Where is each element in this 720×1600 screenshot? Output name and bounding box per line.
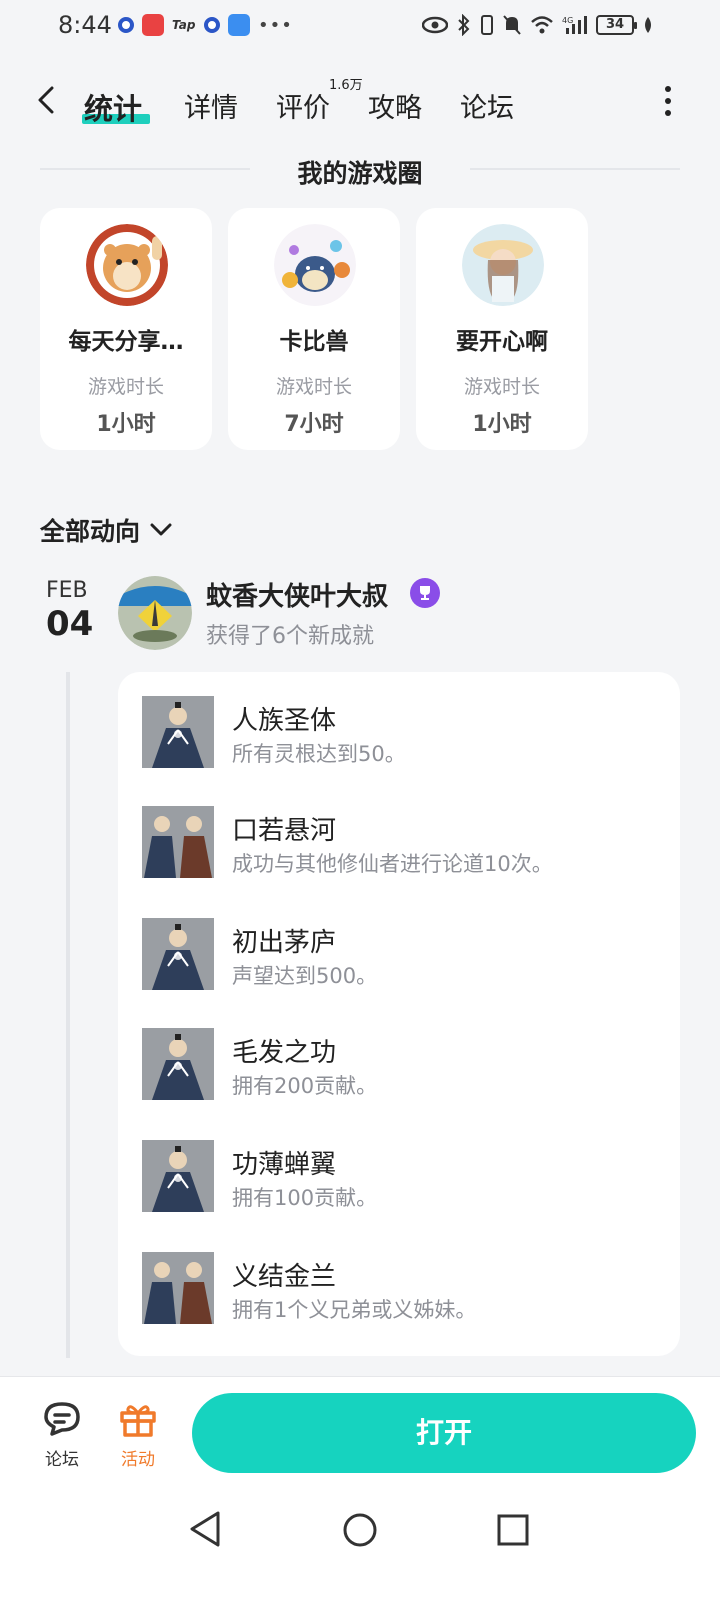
post-month: FEB (46, 578, 88, 603)
nav-recents-icon[interactable] (496, 1513, 530, 1547)
back-arrow-icon[interactable] (36, 86, 56, 114)
achievement-desc: 所有灵根达到50。 (232, 742, 406, 766)
friend-card[interactable]: 卡比兽 游戏时长 7小时 (228, 208, 400, 450)
forum-button[interactable]: 论坛 (32, 1401, 92, 1470)
activity-button[interactable]: 活动 (108, 1401, 168, 1470)
friend-name: 卡比兽 (279, 329, 349, 355)
avatar (462, 224, 544, 306)
forum-label: 论坛 (45, 1450, 79, 1470)
achievement-title: 功薄蝉翼 (232, 1150, 337, 1180)
weather-app-icon (228, 14, 250, 36)
post-summary: 获得了6个新成就 (206, 624, 374, 649)
achievement-thumbnail (142, 918, 214, 990)
battery-indicator: 34 (596, 15, 637, 35)
tab-guides[interactable]: 攻略 (368, 86, 422, 125)
tab-reviews[interactable]: 评价 (276, 86, 330, 125)
tab-details[interactable]: 详情 (184, 86, 238, 125)
achievement-thumbnail (142, 1140, 214, 1212)
achievement-thumbnail (142, 696, 214, 768)
achievement-item[interactable]: 义结金兰 拥有1个义兄弟或义姊妹。 (142, 1252, 662, 1326)
forum-chat-icon (44, 1402, 80, 1436)
trophy-badge-icon (410, 578, 440, 608)
leaf-icon (645, 17, 651, 33)
playtime-label: 游戏时长 (87, 376, 164, 398)
wifi-icon (531, 16, 553, 34)
friend-card[interactable]: 要开心啊 游戏时长 1小时 (416, 208, 588, 450)
playtime-label: 游戏时长 (275, 376, 352, 398)
eye-icon (422, 16, 448, 34)
chevron-down-icon (150, 523, 172, 536)
system-icons: 4G 34 (422, 14, 654, 36)
achievement-item[interactable]: 毛发之功 拥有200贡献。 (142, 1028, 662, 1102)
friend-name: 每天分享… (68, 329, 184, 355)
achievement-title: 初出茅庐 (232, 928, 337, 958)
tab-stats[interactable]: 统计 (84, 86, 142, 128)
bluetooth-icon (458, 14, 470, 36)
game-circle-list: 每天分享… 游戏时长 1小时 卡比兽 游戏时长 7小时 要开心啊 游戏时长 1小… (40, 208, 588, 450)
achievement-title: 毛发之功 (232, 1038, 337, 1068)
divider (470, 168, 680, 170)
achievement-item[interactable]: 人族圣体 所有灵根达到50。 (142, 696, 662, 770)
nav-home-icon[interactable] (342, 1512, 378, 1548)
activity-label: 活动 (121, 1450, 155, 1470)
achievement-thumbnail (142, 806, 214, 878)
activity-filter-dropdown[interactable]: 全部动向 (40, 512, 172, 548)
post-day: 04 (46, 604, 94, 644)
friend-name: 要开心啊 (456, 329, 548, 355)
vibrate-icon (481, 15, 493, 35)
more-notifications-icon: ••• (258, 14, 293, 36)
playtime-value: 1小时 (96, 412, 156, 437)
playtime-value: 7小时 (284, 412, 344, 437)
reviews-count-badge: 1.6万 (329, 78, 363, 93)
top-nav: 统计 详情 评价 1.6万 攻略 论坛 (0, 70, 720, 134)
notification-icons: Tap ••• (118, 14, 293, 36)
friend-card[interactable]: 每天分享… 游戏时长 1小时 (40, 208, 212, 450)
filter-label: 全部动向 (40, 517, 141, 546)
tap-app-icon: Tap (172, 18, 196, 32)
achievement-title: 义结金兰 (232, 1262, 337, 1292)
status-time: 8:44 (58, 11, 112, 39)
achievement-title: 口若悬河 (232, 816, 337, 846)
poster-avatar[interactable] (118, 576, 192, 650)
svg-text:4G: 4G (562, 16, 573, 25)
achievement-thumbnail (142, 1028, 214, 1100)
playtime-label: 游戏时长 (463, 376, 540, 398)
mute-bell-icon (503, 15, 521, 35)
bottom-action-bar: 论坛 活动 打开 (0, 1376, 720, 1486)
achievement-desc: 声望达到500。 (232, 964, 378, 988)
achievement-item[interactable]: 口若悬河 成功与其他修仙者进行论道10次。 (142, 806, 662, 880)
tab-forum[interactable]: 论坛 (460, 86, 514, 125)
avatar (274, 224, 356, 306)
timeline-line (66, 672, 70, 1358)
achievement-desc: 拥有200贡献。 (232, 1074, 378, 1098)
open-game-button[interactable]: 打开 (192, 1393, 696, 1473)
game-circle-title: 我的游戏圈 (297, 159, 423, 188)
achievement-item[interactable]: 功薄蝉翼 拥有100贡献。 (142, 1140, 662, 1214)
status-bar: 8:44 Tap ••• 4G 34 (0, 0, 720, 54)
notification-dot-icon (204, 17, 220, 33)
signal-icon: 4G (562, 16, 587, 34)
game-circle-header: 我的游戏圈 (40, 152, 680, 188)
achievement-title: 人族圣体 (232, 706, 337, 736)
avatar (86, 224, 168, 306)
playtime-value: 1小时 (472, 412, 532, 437)
achievement-desc: 成功与其他修仙者进行论道10次。 (232, 852, 553, 876)
achievement-desc: 拥有1个义兄弟或义姊妹。 (232, 1298, 477, 1322)
achievement-thumbnail (142, 1252, 214, 1324)
notification-dot-icon (118, 17, 134, 33)
more-options-icon[interactable] (664, 86, 672, 116)
huawei-app-icon (142, 14, 164, 36)
poster-name[interactable]: 蚊香大侠叶大叔 (206, 576, 388, 613)
nav-back-icon[interactable] (188, 1510, 222, 1548)
system-nav-bar (0, 1486, 720, 1600)
achievements-card: 人族圣体 所有灵根达到50。 口若悬河 成功与其他修仙者进行论道10次。 初出茅… (118, 672, 680, 1356)
achievement-item[interactable]: 初出茅庐 声望达到500。 (142, 918, 662, 992)
gift-icon (120, 1405, 156, 1437)
achievement-desc: 拥有100贡献。 (232, 1186, 378, 1210)
